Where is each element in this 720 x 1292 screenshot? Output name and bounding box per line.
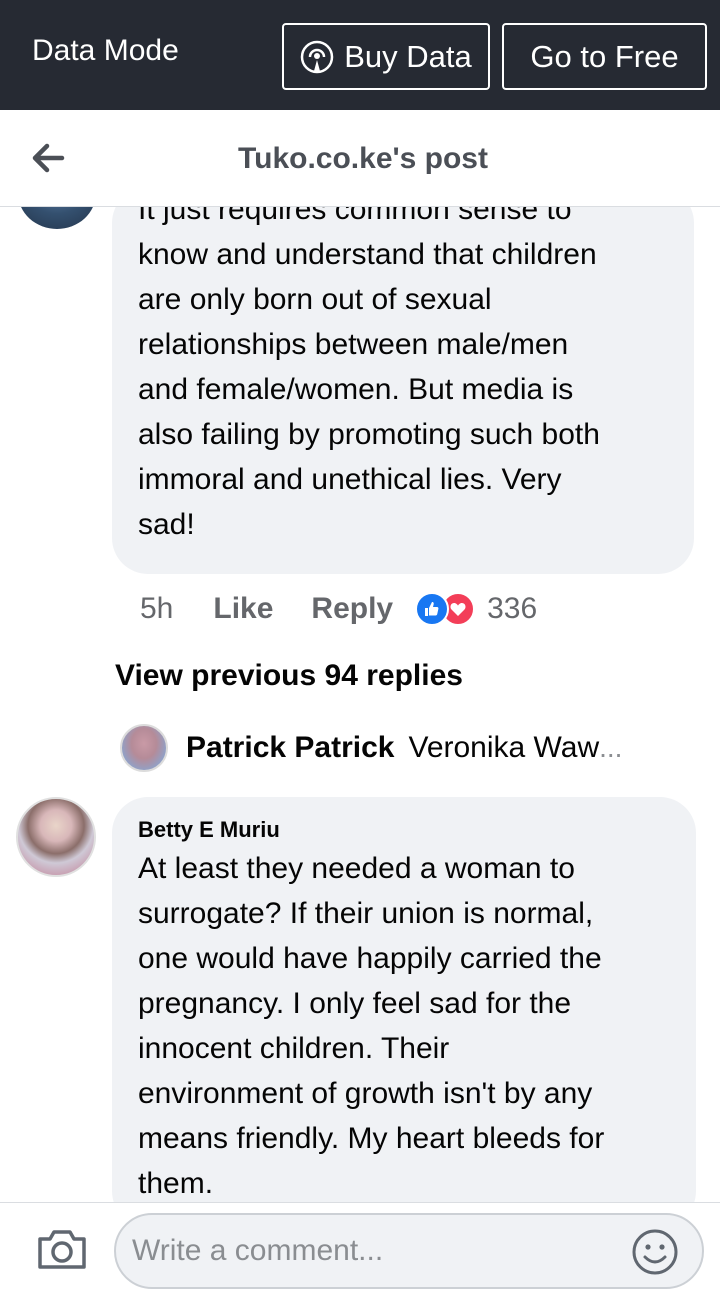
- avatar[interactable]: [18, 207, 96, 229]
- go-to-free-label: Go to Free: [530, 38, 679, 74]
- comment-actions: 5h Like Reply 336: [140, 589, 537, 629]
- comment-line: are only born out of sexual: [138, 283, 492, 316]
- comment-line: one would have happily carried the: [138, 942, 602, 975]
- data-mode-label: Data Mode: [32, 34, 179, 67]
- comment-line: them.: [138, 1167, 214, 1200]
- emoji-icon[interactable]: [630, 1227, 680, 1277]
- comment-placeholder: Write a comment...: [132, 1234, 384, 1267]
- data-mode-bar: Data Mode Buy Data Go to Free: [0, 0, 720, 110]
- go-to-free-button[interactable]: Go to Free: [502, 23, 707, 90]
- comment-line: relationships between male/men: [138, 328, 569, 361]
- avatar[interactable]: [16, 797, 96, 877]
- reply-author-name: Patrick Patrick: [186, 731, 395, 764]
- reaction-count: 336: [487, 592, 538, 625]
- broadcast-icon: [300, 40, 334, 73]
- buy-data-button[interactable]: Buy Data: [282, 23, 490, 90]
- comment-line: environment of growth isn't by any: [138, 1077, 593, 1110]
- reply-button[interactable]: Reply: [311, 592, 393, 626]
- comment-timestamp[interactable]: 5h: [140, 592, 173, 626]
- post-header: Tuko.co.ke's post: [0, 110, 720, 207]
- comment-line: innocent children. Their: [138, 1032, 450, 1065]
- like-reaction-icon: [415, 592, 450, 626]
- like-button[interactable]: Like: [213, 592, 273, 626]
- comment-author-name[interactable]: Betty E Muriu: [138, 817, 280, 843]
- view-previous-replies-link[interactable]: View previous 94 replies: [115, 659, 463, 693]
- page-title: Tuko.co.ke's post: [238, 142, 488, 175]
- comment-bubble[interactable]: It just requires common sense to know an…: [112, 207, 694, 574]
- reply-ellipsis: ...: [599, 732, 623, 763]
- comment-line: pregnancy. I only feel sad for the: [138, 987, 572, 1020]
- comment-line: It just requires common sense to: [138, 207, 572, 226]
- comment-text: At least they needed a woman to surrogat…: [138, 846, 604, 1202]
- comment-composer: Write a comment...: [0, 1202, 720, 1292]
- reply-snippet: Veronika Waw: [408, 731, 600, 764]
- reply-preview-row[interactable]: Patrick Patrick Veronika Waw ...: [120, 723, 680, 773]
- comment-line: surrogate? If their union is normal,: [138, 897, 594, 930]
- comment-feed[interactable]: It just requires common sense to know an…: [0, 207, 720, 1202]
- camera-icon[interactable]: [36, 1225, 88, 1273]
- reactions-summary[interactable]: [415, 592, 477, 626]
- buy-data-label: Buy Data: [344, 38, 472, 74]
- comment-line: sad!: [138, 508, 195, 541]
- comment-line: know and understand that children: [138, 238, 597, 271]
- comment-text: It just requires common sense to know an…: [138, 207, 600, 547]
- comment-line: also failing by promoting such both: [138, 418, 600, 451]
- comment-line: At least they needed a woman to: [138, 852, 575, 885]
- comment-bubble[interactable]: Betty E Muriu At least they needed a wom…: [112, 797, 696, 1202]
- comment-input[interactable]: Write a comment...: [114, 1213, 704, 1289]
- comment-line: immoral and unethical lies. Very: [138, 463, 562, 496]
- comment-line: and female/women. But media is: [138, 373, 574, 406]
- comment-line: means friendly. My heart bleeds for: [138, 1122, 605, 1155]
- avatar: [120, 724, 168, 772]
